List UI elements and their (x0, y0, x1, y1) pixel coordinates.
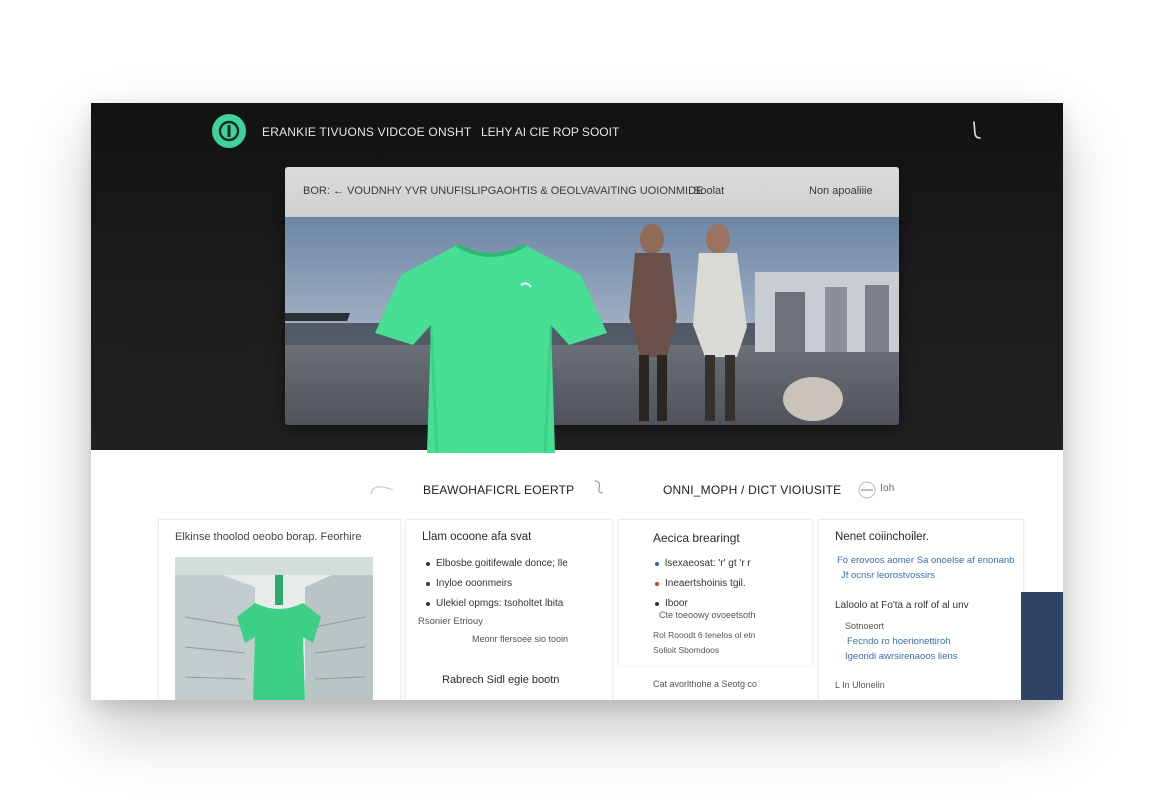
link-item[interactable]: Igeondi awrsirenaoos liens (845, 651, 957, 662)
curve-icon (370, 486, 394, 495)
card-product[interactable]: Elkinse thoolod oeobo borap. Feorhire (158, 519, 401, 700)
feature-list: Elbosbe goitifewale donce; lle Inyloe oo… (426, 554, 568, 614)
side-accent-block (1021, 592, 1063, 700)
circle-toggle-icon[interactable] (857, 480, 877, 500)
section-label-right[interactable]: ONNI_MOPH / DICT VIOIUSITE (663, 483, 841, 497)
browser-window: ERANKIE TIVUONS VIDCOE ONSHT LEHY AI CIE… (91, 103, 1063, 700)
card-line: Solloit Sbomdoos (653, 645, 720, 655)
panel-bar-link[interactable]: Non apoaliiie (809, 185, 873, 197)
section-label-left[interactable]: BEAWOHAFICRL EOERTP (423, 483, 574, 497)
brand-logo-icon[interactable] (212, 114, 246, 148)
list-item[interactable]: lsexaeosat: 'r' gt 'r r (655, 554, 751, 574)
section-label-side[interactable]: Ioh (880, 483, 895, 494)
list-item[interactable]: Elbosbe goitifewale donce; lle (426, 554, 568, 574)
list-item[interactable]: Inyloe ooonmeirs (426, 574, 568, 594)
logo-glyph-icon (218, 120, 240, 142)
link-item[interactable]: Fecndo ro hoerionettiroh (847, 636, 951, 647)
card-footer[interactable]: L In Ulonelin (835, 680, 885, 690)
nav-links[interactable]: LEHY AI CIE ROP SOOIT (481, 125, 619, 139)
menu-handle-icon[interactable] (969, 119, 983, 141)
stage: ERANKIE TIVUONS VIDCOE ONSHT LEHY AI CIE… (0, 0, 1152, 800)
card-line: Meonr flersoee sio tooin (472, 634, 569, 644)
card-title: Llam ocoone afa svat (422, 531, 532, 543)
panel-toolbar: BOR: ← VOUDNHY YVR UNUFISLIPGAOHTIS & OE… (285, 167, 899, 217)
card-title: Elkinse thoolod oeobo borap. Feorhire (175, 531, 362, 543)
card-title: Nenet coiinchoiler. (835, 531, 929, 543)
card-line: Cte toeoowy ovoeetsoth (659, 610, 756, 620)
card-line: Laloolo at Fo'ta a rolf of al unv (835, 600, 969, 611)
link-item[interactable]: Jf ocnsr leorostvossirs (841, 570, 935, 581)
card-line: Rol Rooodt 6 tenelos ol etn (653, 630, 756, 640)
card-specs-footer[interactable]: Cat avorlthohe a Seotg co (653, 679, 757, 689)
panel-bar-tab[interactable]: Soolat (693, 185, 724, 197)
card-line: Rsonier Etriouy (418, 616, 483, 627)
list-item[interactable]: Ulekiel opmgs: tsoholtet lbita (426, 594, 568, 614)
green-shirt-graphic (375, 243, 607, 453)
list-item[interactable]: Ineaertshoinis tgil. (655, 574, 751, 594)
product-photo[interactable] (175, 557, 373, 700)
card-features[interactable]: Llam ocoone afa svat Elbosbe goitifewale… (405, 519, 613, 700)
hero-section: ERANKIE TIVUONS VIDCOE ONSHT LEHY AI CIE… (91, 103, 1063, 453)
site-title[interactable]: ERANKIE TIVUONS VIDCOE ONSHT (262, 125, 471, 139)
card-line: Sotnoeort (845, 621, 885, 631)
card-title: Aecica brearingt (653, 531, 740, 545)
panel-bar-caption: BOR: ← VOUDNHY YVR UNUFISLIPGAOHTIS & OE… (303, 185, 704, 197)
card-contact[interactable]: Nenet coiinchoiler. Fo erovoos aomer Sa … (818, 519, 1024, 700)
link-item[interactable]: Fo erovoos aomer Sa onoelse af enonanb (837, 555, 1014, 566)
section-label-row: BEAWOHAFICRL EOERTP ONNI_MOPH / DICT VIO… (91, 450, 1063, 520)
spec-list: lsexaeosat: 'r' gt 'r r Ineaertshoinis t… (655, 554, 751, 614)
card-specs[interactable]: Aecica brearingt lsexaeosat: 'r' gt 'r r… (618, 519, 813, 665)
hook-icon (594, 480, 604, 494)
card-footer[interactable]: Rabrech Sidl egie bootn (442, 674, 559, 686)
